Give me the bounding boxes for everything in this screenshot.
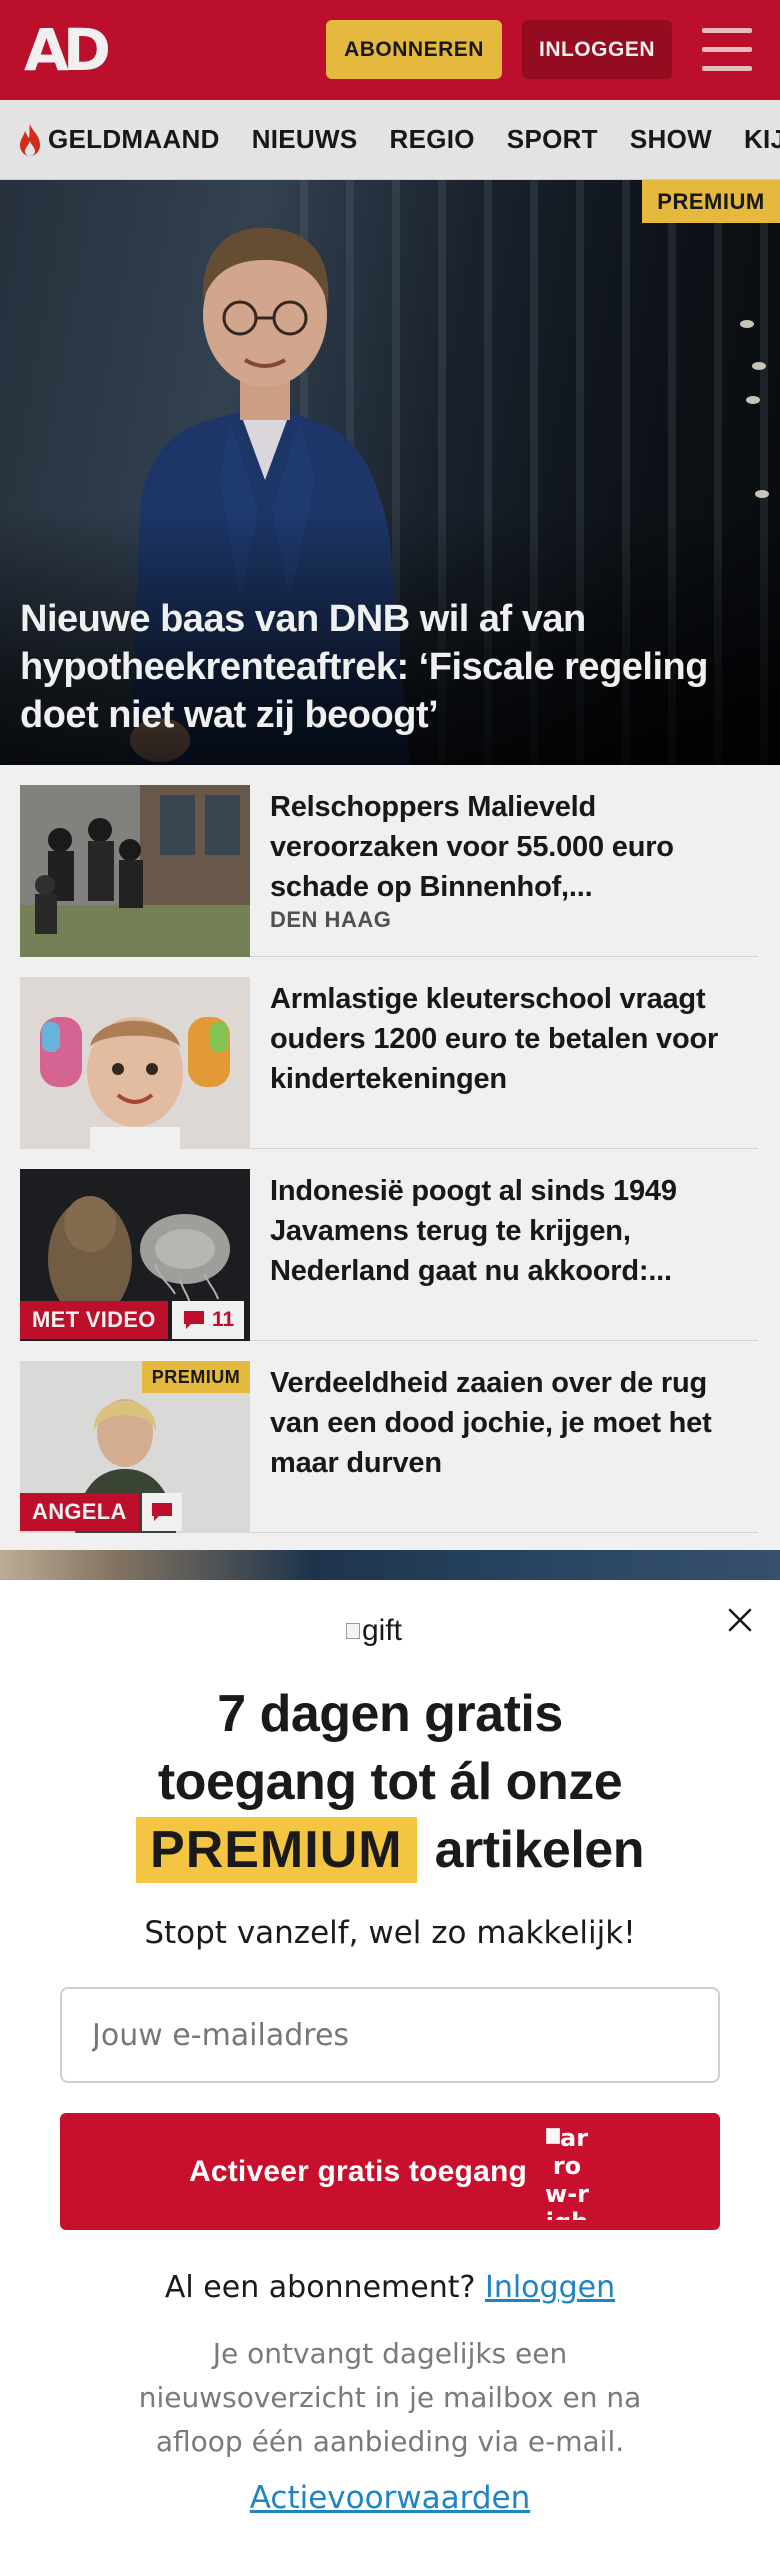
headline-line-3: PREMIUM artikelen	[40, 1816, 740, 1884]
login-link[interactable]: Inloggen	[485, 2270, 615, 2305]
arrow-right-icon: arrow-right	[543, 2124, 591, 2220]
headline-line-2: toegang tot ál onze	[157, 1753, 623, 1811]
gift-image: gift	[346, 1610, 436, 1652]
terms-link[interactable]: Actievoorwaarden	[250, 2480, 531, 2516]
activate-free-access-button[interactable]: Activeer gratis toegang arrow-right	[60, 2113, 720, 2230]
gift-alt-text: gift	[362, 1614, 403, 1647]
headline-end: artikelen	[434, 1821, 645, 1879]
headline-line-1: 7 dagen gratis	[217, 1685, 563, 1743]
modal-subtitle: Stopt vanzelf, wel zo makkelijk!	[144, 1915, 636, 1951]
premium-highlight: PREMIUM	[136, 1817, 417, 1883]
modal-headline: 7 dagen gratis toegang tot ál onze PREMI…	[40, 1680, 740, 1884]
existing-subscription-text: Al een abonnement?	[164, 2270, 476, 2305]
existing-subscription-line: Al een abonnement? Inloggen	[40, 2270, 740, 2305]
terms-line: Actievoorwaarden	[40, 2480, 740, 2516]
email-field[interactable]	[60, 1987, 720, 2083]
broken-image-icon	[346, 1623, 360, 1639]
close-icon[interactable]	[722, 1602, 758, 1638]
free-trial-modal: gift 7 dagen gratis toegang tot ál onze …	[0, 1580, 780, 2560]
newsletter-info: Je ontvangt dagelijks een nieuwsoverzich…	[138, 2337, 642, 2458]
page-dim-overlay	[0, 0, 780, 1580]
cta-label: Activeer gratis toegang	[188, 2154, 528, 2188]
